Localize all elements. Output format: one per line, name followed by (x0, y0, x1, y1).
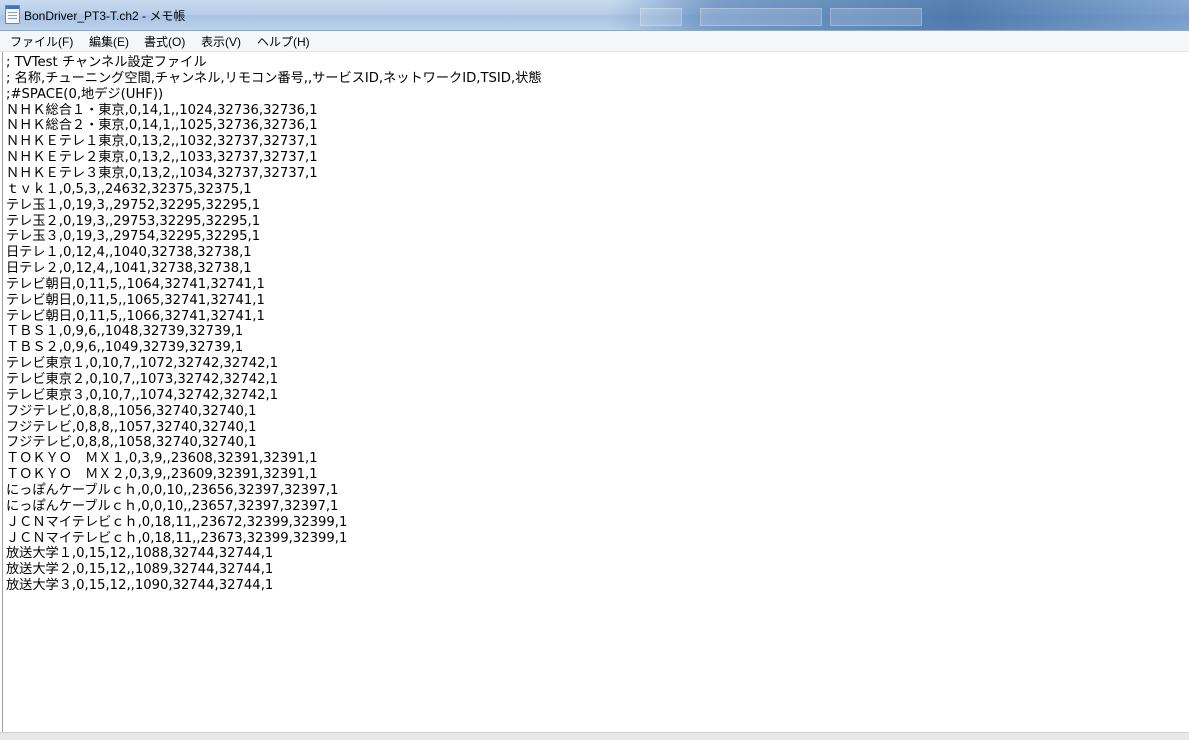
menu-bar: ファイル(F) 編集(E) 書式(O) 表示(V) ヘルプ(H) (0, 31, 1189, 52)
text-line: 日テレ１,0,12,4,,1040,32738,32738,1 (6, 245, 252, 261)
text-line: ＪＣＮマイテレビｃｈ,0,18,11,,23673,32399,32399,1 (6, 530, 348, 546)
text-line: ＮＨＫ総合１・東京,0,14,1,,1024,32736,32736,1 (6, 102, 318, 118)
text-line: ; TVTest チャンネル設定ファイル (6, 55, 207, 70)
text-line: ＮＨＫ総合２・東京,0,14,1,,1025,32736,32736,1 (6, 118, 318, 134)
text-line: ＮＨＫＥテレ３東京,0,13,2,,1034,32737,32737,1 (6, 165, 318, 181)
text-line: ＴＢＳ２,0,9,6,,1049,32739,32739,1 (6, 340, 244, 356)
text-line: テレビ朝日,0,11,5,,1065,32741,32741,1 (6, 292, 265, 308)
text-line: にっぽんケーブルｃｈ,0,0,10,,23657,32397,32397,1 (6, 498, 339, 514)
menu-format[interactable]: 書式(O) (142, 33, 187, 50)
text-line: ＴＯＫＹＯ ＭＸ１,0,3,9,,23608,32391,32391,1 (6, 451, 318, 467)
text-line: ＮＨＫＥテレ１東京,0,13,2,,1032,32737,32737,1 (6, 134, 318, 150)
menu-view[interactable]: 表示(V) (199, 33, 243, 50)
text-line: テレビ朝日,0,11,5,,1066,32741,32741,1 (6, 308, 265, 324)
background-window-ghost (700, 8, 822, 26)
text-line: 放送大学３,0,15,12,,1090,32744,32744,1 (6, 578, 274, 594)
text-line: にっぽんケーブルｃｈ,0,0,10,,23656,32397,32397,1 (6, 482, 339, 498)
text-line: テレ玉３,0,19,3,,29754,32295,32295,1 (6, 229, 261, 245)
text-line: ＮＨＫＥテレ２東京,0,13,2,,1033,32737,32737,1 (6, 150, 318, 166)
text-line: ; 名称,チューニング空間,チャンネル,リモコン番号,,サービスID,ネットワー… (6, 70, 542, 86)
text-line: ｔｖｋ１,0,5,3,,24632,32375,32375,1 (6, 181, 252, 197)
text-line: テレ玉２,0,19,3,,29753,32295,32295,1 (6, 213, 261, 229)
background-window-ghost (640, 8, 682, 26)
text-line: ＴＢＳ１,0,9,6,,1048,32739,32739,1 (6, 324, 244, 340)
text-line: テレビ東京２,0,10,7,,1073,32742,32742,1 (6, 372, 279, 387)
text-line: ;#SPACE(0,地デジ(UHF)) (6, 86, 164, 102)
text-line: テレ玉１,0,19,3,,29752,32295,32295,1 (6, 197, 261, 213)
text-line: フジテレビ,0,8,8,,1058,32740,32740,1 (6, 435, 257, 451)
text-line: 日テレ２,0,12,4,,1041,32738,32738,1 (6, 261, 252, 277)
text-line: テレビ東京３,0,10,7,,1074,32742,32742,1 (6, 387, 279, 403)
notepad-icon[interactable] (5, 5, 20, 24)
menu-edit[interactable]: 編集(E) (87, 33, 131, 50)
text-line: テレビ東京１,0,10,7,,1072,32742,32742,1 (6, 356, 279, 372)
text-line: テレビ朝日,0,11,5,,1064,32741,32741,1 (6, 276, 265, 292)
text-line: 放送大学２,0,15,12,,1089,32744,32744,1 (6, 562, 274, 578)
text-line: 放送大学１,0,15,12,,1088,32744,32744,1 (6, 546, 274, 562)
text-line: フジテレビ,0,8,8,,1056,32740,32740,1 (6, 403, 257, 419)
window-title: BonDriver_PT3-T.ch2 - メモ帳 (24, 9, 186, 23)
text-line: ＴＯＫＹＯ ＭＸ２,0,3,9,,23609,32391,32391,1 (6, 467, 318, 483)
menu-file[interactable]: ファイル(F) (8, 33, 75, 50)
text-editor[interactable]: ; TVTest チャンネル設定ファイル; 名称,チューニング空間,チャンネル,… (2, 52, 1189, 732)
title-bar[interactable]: BonDriver_PT3-T.ch2 - メモ帳 (0, 0, 1189, 31)
text-line: ＪＣＮマイテレビｃｈ,0,18,11,,23672,32399,32399,1 (6, 514, 348, 530)
background-window-ghost (830, 8, 922, 26)
menu-help[interactable]: ヘルプ(H) (255, 33, 312, 50)
text-line: フジテレビ,0,8,8,,1057,32740,32740,1 (6, 419, 257, 435)
